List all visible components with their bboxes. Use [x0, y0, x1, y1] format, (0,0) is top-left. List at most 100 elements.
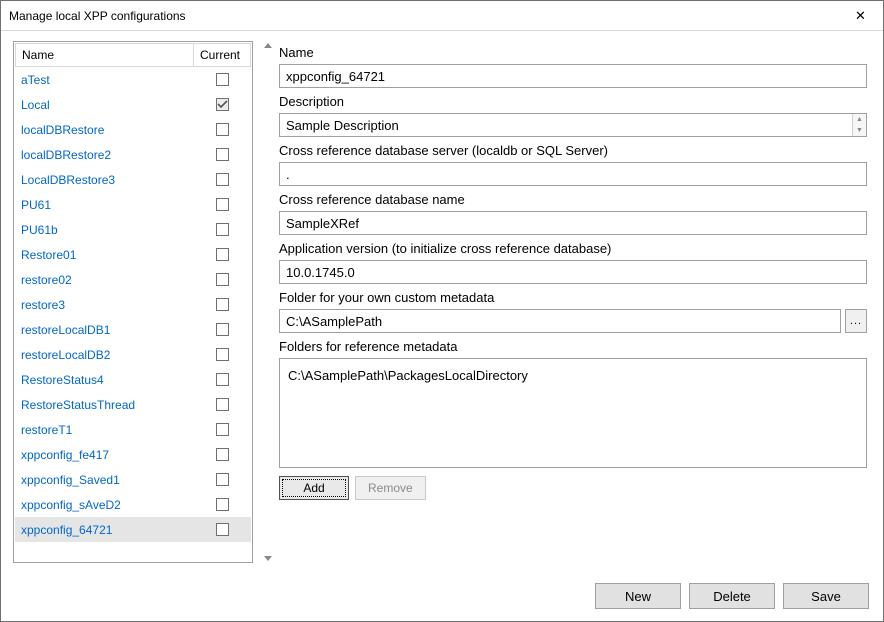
list-row[interactable]: restore3	[15, 292, 251, 317]
row-current	[193, 123, 251, 136]
xref-server-input[interactable]	[279, 162, 867, 186]
list-row[interactable]: restoreLocalDB1	[15, 317, 251, 342]
spin-up-icon[interactable]: ▲	[853, 114, 866, 125]
row-current	[193, 498, 251, 511]
row-current	[193, 398, 251, 411]
label-custom-metadata: Folder for your own custom metadata	[279, 290, 867, 305]
list-header: Name Current	[15, 43, 251, 67]
row-name: restore3	[15, 298, 193, 312]
current-checkbox[interactable]	[216, 498, 229, 511]
description-spinner[interactable]: ▲ ▼	[852, 114, 866, 136]
row-current	[193, 323, 251, 336]
list-row[interactable]: LocalDBRestore3	[15, 167, 251, 192]
row-name: restoreLocalDB1	[15, 323, 193, 337]
remove-button[interactable]: Remove	[355, 476, 426, 500]
list-row[interactable]: restoreT1	[15, 417, 251, 442]
ref-list-controls: Add Remove	[279, 476, 867, 500]
row-name: xppconfig_Saved1	[15, 473, 193, 487]
row-name: localDBRestore	[15, 123, 193, 137]
row-current	[193, 473, 251, 486]
row-name: Local	[15, 98, 193, 112]
row-name: PU61	[15, 198, 193, 212]
list-row[interactable]: xppconfig_sAveD2	[15, 492, 251, 517]
row-current	[193, 73, 251, 86]
current-checkbox[interactable]	[216, 223, 229, 236]
list-row[interactable]: PU61	[15, 192, 251, 217]
list-row[interactable]: Local	[15, 92, 251, 117]
current-checkbox[interactable]	[216, 148, 229, 161]
list-row[interactable]: PU61b	[15, 217, 251, 242]
row-name: PU61b	[15, 223, 193, 237]
row-current	[193, 273, 251, 286]
current-checkbox[interactable]	[216, 448, 229, 461]
label-name: Name	[279, 45, 867, 60]
list-row[interactable]: localDBRestore	[15, 117, 251, 142]
current-checkbox[interactable]	[216, 123, 229, 136]
row-name: RestoreStatusThread	[15, 398, 193, 412]
row-current	[193, 298, 251, 311]
row-current	[193, 148, 251, 161]
current-checkbox[interactable]	[216, 273, 229, 286]
content-area: Name Current aTest Local localDBRestore loc…	[1, 31, 883, 573]
row-name: Restore01	[15, 248, 193, 262]
row-name: restore02	[15, 273, 193, 287]
browse-button[interactable]: ...	[845, 309, 867, 333]
list-row[interactable]: xppconfig_Saved1	[15, 467, 251, 492]
close-icon: ✕	[855, 8, 866, 24]
row-current	[193, 198, 251, 211]
current-checkbox[interactable]	[216, 323, 229, 336]
current-checkbox[interactable]	[216, 398, 229, 411]
row-current	[193, 373, 251, 386]
row-name: LocalDBRestore3	[15, 173, 193, 187]
footer: New Delete Save	[1, 573, 883, 621]
ref-metadata-item[interactable]: C:\ASamplePath\PackagesLocalDirectory	[288, 367, 858, 384]
label-ref-metadata: Folders for reference metadata	[279, 339, 867, 354]
current-checkbox[interactable]	[216, 73, 229, 86]
add-button[interactable]: Add	[279, 476, 349, 500]
splitter[interactable]	[257, 41, 279, 563]
row-name: restoreLocalDB2	[15, 348, 193, 362]
row-name: xppconfig_sAveD2	[15, 498, 193, 512]
ref-metadata-list[interactable]: C:\ASamplePath\PackagesLocalDirectory	[279, 358, 867, 468]
current-checkbox[interactable]	[216, 523, 229, 536]
save-button[interactable]: Save	[783, 583, 869, 609]
current-checkbox[interactable]	[216, 348, 229, 361]
col-header-name[interactable]: Name	[15, 43, 193, 67]
current-checkbox[interactable]	[216, 298, 229, 311]
list-row[interactable]: localDBRestore2	[15, 142, 251, 167]
current-checkbox[interactable]	[216, 98, 229, 111]
row-name: xppconfig_64721	[15, 523, 193, 537]
spin-down-icon[interactable]: ▼	[853, 125, 866, 136]
xref-db-input[interactable]	[279, 211, 867, 235]
row-name: xppconfig_fe417	[15, 448, 193, 462]
window-title: Manage local XPP configurations	[9, 9, 186, 23]
list-row[interactable]: RestoreStatusThread	[15, 392, 251, 417]
list-row[interactable]: restoreLocalDB2	[15, 342, 251, 367]
current-checkbox[interactable]	[216, 473, 229, 486]
list-row[interactable]: aTest	[15, 67, 251, 92]
current-checkbox[interactable]	[216, 198, 229, 211]
titlebar: Manage local XPP configurations ✕	[1, 1, 883, 31]
description-input[interactable]	[279, 113, 867, 137]
delete-button[interactable]: Delete	[689, 583, 775, 609]
chevron-up-icon	[264, 43, 272, 48]
app-version-input[interactable]	[279, 260, 867, 284]
current-checkbox[interactable]	[216, 423, 229, 436]
current-checkbox[interactable]	[216, 373, 229, 386]
list-row[interactable]: restore02	[15, 267, 251, 292]
row-name: aTest	[15, 73, 193, 87]
list-row[interactable]: Restore01	[15, 242, 251, 267]
list-row[interactable]: xppconfig_fe417	[15, 442, 251, 467]
custom-metadata-input[interactable]	[279, 309, 841, 333]
chevron-down-icon	[264, 556, 272, 561]
current-checkbox[interactable]	[216, 173, 229, 186]
new-button[interactable]: New	[595, 583, 681, 609]
list-row[interactable]: RestoreStatus4	[15, 367, 251, 392]
list-body[interactable]: aTest Local localDBRestore localDBRestore2 L…	[15, 67, 251, 561]
col-header-current[interactable]: Current	[193, 43, 251, 67]
list-row[interactable]: xppconfig_64721	[15, 517, 251, 542]
row-current	[193, 98, 251, 111]
name-input[interactable]	[279, 64, 867, 88]
current-checkbox[interactable]	[216, 248, 229, 261]
close-button[interactable]: ✕	[838, 1, 883, 30]
